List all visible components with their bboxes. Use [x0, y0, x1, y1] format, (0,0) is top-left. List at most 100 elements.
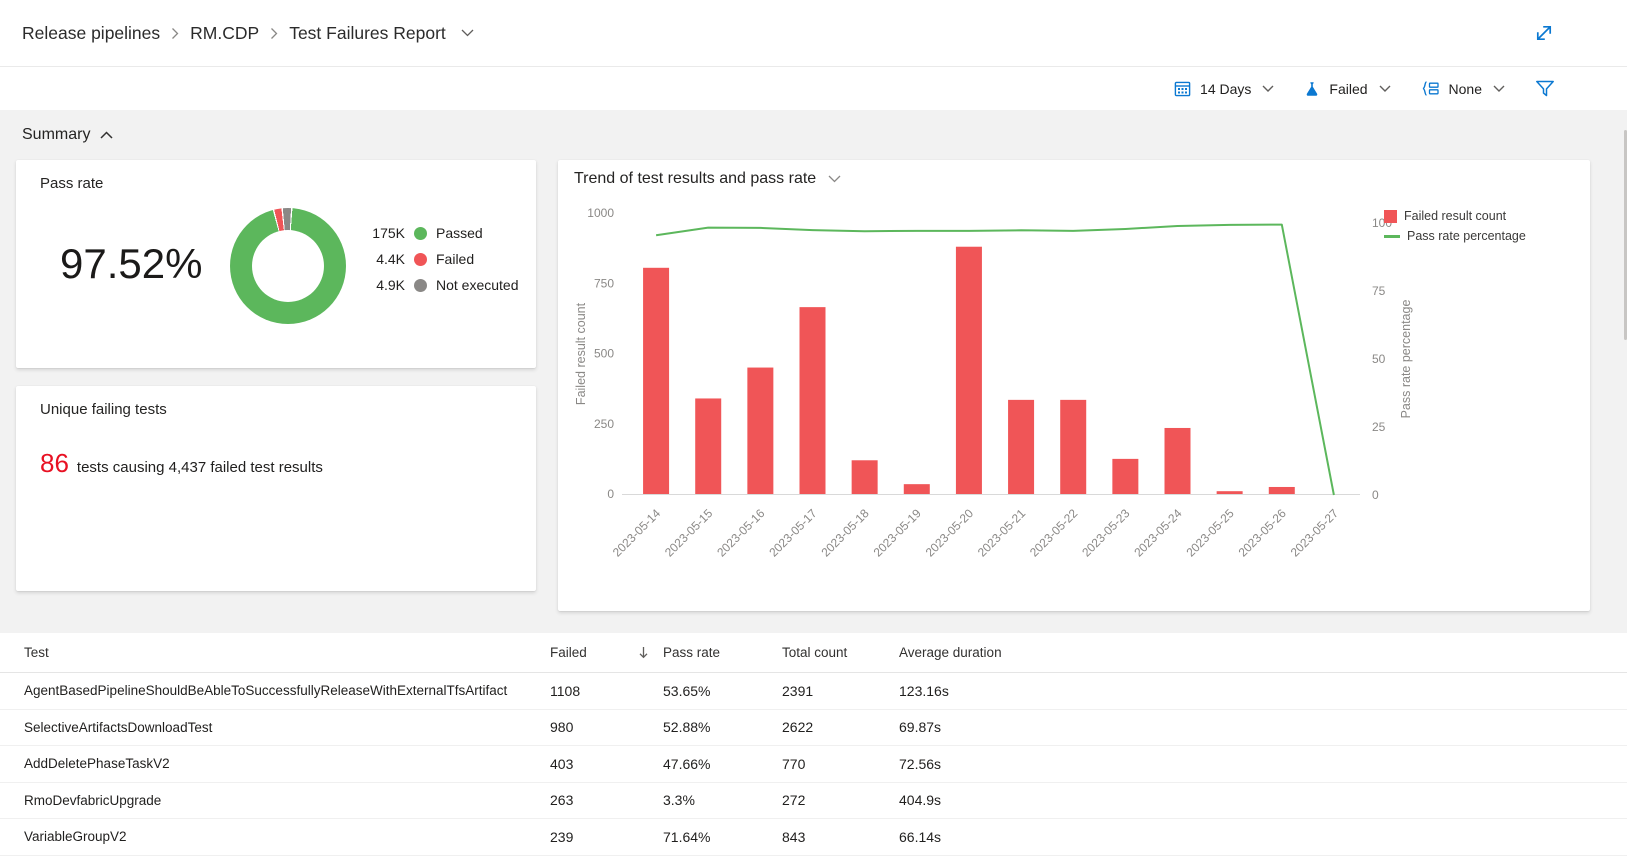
- cell-test-name: SelectiveArtifactsDownloadTest: [24, 720, 550, 735]
- table-row[interactable]: SelectiveArtifactsDownloadTest 980 52.88…: [0, 710, 1627, 747]
- legend-count: 4.9K: [367, 277, 405, 293]
- column-header-total-count[interactable]: Total count: [782, 645, 899, 660]
- cell-total-count: 770: [782, 756, 899, 772]
- outcome-filter[interactable]: Failed: [1304, 81, 1390, 97]
- date-range-filter[interactable]: 14 Days: [1174, 80, 1274, 97]
- svg-text:50: 50: [1372, 352, 1386, 366]
- legend-label: Failed: [436, 251, 474, 267]
- chevron-down-icon: [1262, 85, 1274, 93]
- cell-total-count: 2622: [782, 719, 899, 735]
- cell-average-duration: 72.56s: [899, 756, 1627, 772]
- svg-text:2023-05-26: 2023-05-26: [1236, 506, 1290, 560]
- cell-pass-rate: 52.88%: [663, 719, 782, 735]
- legend-failed-result-count: Failed result count: [1384, 209, 1526, 223]
- legend-item-passed: 175K Passed: [367, 220, 519, 246]
- legend-count: 4.4K: [367, 251, 405, 267]
- svg-text:2023-05-17: 2023-05-17: [766, 506, 820, 560]
- summary-section: Summary Pass rate 97.52% 175K Passed 4.4…: [0, 110, 1627, 633]
- cell-test-name: AgentBasedPipelineShouldBeAbleToSuccessf…: [24, 683, 550, 698]
- cell-pass-rate: 53.65%: [663, 683, 782, 699]
- svg-text:0: 0: [1372, 488, 1379, 502]
- cell-failed-count: 980: [550, 719, 663, 735]
- pass-rate-value: 97.52%: [60, 236, 202, 292]
- test-failures-report-page: Release pipelines RM.CDP Test Failures R…: [0, 0, 1627, 861]
- legend-item-not-executed: 4.9K Not executed: [367, 272, 519, 298]
- unique-failing-card-title: Unique failing tests: [40, 401, 167, 418]
- cell-average-duration: 66.14s: [899, 829, 1627, 845]
- svg-text:0: 0: [607, 487, 614, 501]
- svg-text:2023-05-23: 2023-05-23: [1079, 506, 1133, 560]
- cell-average-duration: 69.87s: [899, 719, 1627, 735]
- table-row[interactable]: VariableGroupV2 239 71.64% 843 66.14s: [0, 819, 1627, 856]
- expand-fullscreen-icon[interactable]: [1533, 22, 1555, 44]
- group-by-filter[interactable]: None: [1421, 81, 1505, 97]
- summary-collapse-toggle[interactable]: Summary: [22, 126, 113, 144]
- beaker-icon: [1304, 81, 1320, 97]
- breadcrumb-release-pipelines[interactable]: Release pipelines: [22, 23, 160, 44]
- cell-pass-rate: 47.66%: [663, 756, 782, 772]
- unique-failing-summary: 86 tests causing 4,437 failed test resul…: [40, 448, 323, 479]
- cell-total-count: 843: [782, 829, 899, 845]
- failed-dot-icon: [414, 253, 427, 266]
- not-executed-dot-icon: [414, 279, 427, 292]
- cell-pass-rate: 3.3%: [663, 792, 782, 808]
- svg-text:2023-05-15: 2023-05-15: [662, 506, 716, 560]
- cell-failed-count: 1108: [550, 683, 663, 699]
- filter-funnel-icon[interactable]: [1535, 80, 1555, 98]
- svg-text:1000: 1000: [587, 206, 614, 220]
- passed-dot-icon: [414, 227, 427, 240]
- date-range-value: 14 Days: [1200, 81, 1251, 97]
- pass-rate-legend: 175K Passed 4.4K Failed 4.9K Not execute…: [367, 220, 519, 298]
- group-brace-list-icon: [1421, 81, 1440, 96]
- svg-text:2023-05-24: 2023-05-24: [1131, 506, 1185, 560]
- svg-text:25: 25: [1372, 420, 1386, 434]
- bar-swatch-icon: [1384, 210, 1397, 223]
- failing-tests-table: Test Failed Pass rate Total count Averag…: [0, 633, 1627, 856]
- svg-text:2023-05-16: 2023-05-16: [714, 506, 768, 560]
- trend-chart-legend: Failed result count Pass rate percentage: [1384, 209, 1526, 243]
- legend-item-failed: 4.4K Failed: [367, 246, 519, 272]
- cell-test-name: VariableGroupV2: [24, 829, 550, 844]
- cell-failed-count: 239: [550, 829, 663, 845]
- legend-count: 175K: [367, 225, 405, 241]
- svg-text:250: 250: [594, 417, 614, 431]
- svg-text:2023-05-19: 2023-05-19: [871, 506, 925, 560]
- calendar-icon: [1174, 80, 1191, 97]
- svg-text:2023-05-22: 2023-05-22: [1027, 506, 1081, 560]
- legend-label: Passed: [436, 225, 483, 241]
- svg-text:75: 75: [1372, 284, 1386, 298]
- outcome-value: Failed: [1329, 81, 1367, 97]
- breadcrumb-report-title[interactable]: Test Failures Report: [289, 23, 446, 44]
- cell-test-name: RmoDevfabricUpgrade: [24, 793, 550, 808]
- column-header-test[interactable]: Test: [24, 645, 550, 660]
- column-header-failed[interactable]: Failed: [550, 645, 663, 660]
- svg-text:Pass rate percentage: Pass rate percentage: [1399, 300, 1413, 419]
- pass-rate-card-title: Pass rate: [40, 175, 103, 192]
- svg-text:750: 750: [594, 276, 614, 290]
- svg-text:Failed result count: Failed result count: [574, 302, 588, 405]
- trend-chart-card: Trend of test results and pass rate 0250…: [558, 160, 1590, 611]
- cell-average-duration: 123.16s: [899, 683, 1627, 699]
- unique-failing-tests-card: Unique failing tests 86 tests causing 4,…: [16, 386, 536, 591]
- line-swatch-icon: [1384, 235, 1400, 238]
- top-bar: Release pipelines RM.CDP Test Failures R…: [0, 0, 1627, 67]
- pass-rate-donut-chart[interactable]: [230, 208, 346, 324]
- sort-descending-arrow-icon[interactable]: [638, 646, 649, 659]
- test-table-body: AgentBasedPipelineShouldBeAbleToSuccessf…: [0, 673, 1627, 856]
- chevron-right-icon: [171, 27, 179, 40]
- column-header-label: Failed: [550, 645, 587, 660]
- report-picker-chevron-down-icon[interactable]: [461, 29, 474, 37]
- breadcrumb-pipeline[interactable]: RM.CDP: [190, 23, 259, 44]
- chevron-up-icon: [100, 126, 113, 144]
- column-header-pass-rate[interactable]: Pass rate: [663, 645, 782, 660]
- column-header-average-duration[interactable]: Average duration: [899, 645, 1627, 660]
- summary-title: Summary: [22, 126, 90, 144]
- table-row[interactable]: AddDeletePhaseTaskV2 403 47.66% 770 72.5…: [0, 746, 1627, 783]
- table-header-row: Test Failed Pass rate Total count Averag…: [0, 633, 1627, 673]
- table-row[interactable]: AgentBasedPipelineShouldBeAbleToSuccessf…: [0, 673, 1627, 710]
- legend-pass-rate-percentage: Pass rate percentage: [1384, 229, 1526, 243]
- table-row[interactable]: RmoDevfabricUpgrade 263 3.3% 272 404.9s: [0, 783, 1627, 820]
- legend-label: Failed result count: [1404, 209, 1506, 223]
- pass-rate-card: Pass rate 97.52% 175K Passed 4.4K Failed…: [16, 160, 536, 368]
- breadcrumb: Release pipelines RM.CDP Test Failures R…: [22, 23, 474, 44]
